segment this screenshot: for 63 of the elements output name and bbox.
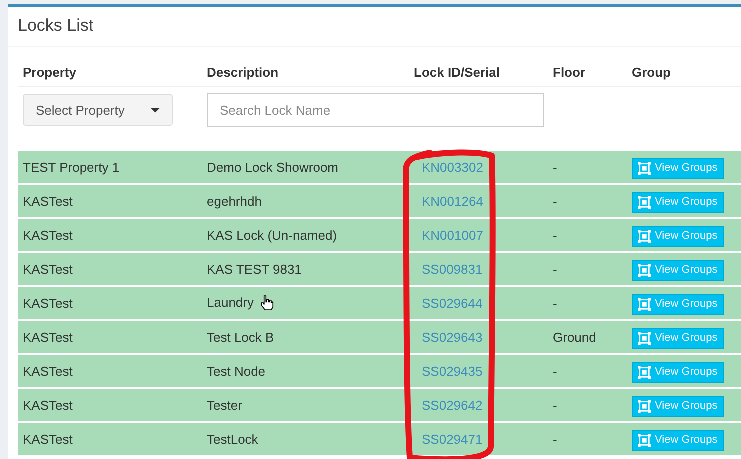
table-cell: Ground [553,330,596,344]
table-cell: KAS Lock (Un-named) [207,228,338,242]
group-icon [638,366,651,378]
table-cell: KAS TEST 9831 [207,262,302,276]
lock-id-link[interactable]: KN003302 [422,160,484,174]
table-cell: KASTest [23,398,73,412]
group-icon [638,196,651,208]
view-groups-button[interactable]: View Groups [632,430,724,450]
view-groups-button[interactable]: View Groups [632,226,724,246]
group-icon [638,400,651,412]
column-header: Floor [553,65,586,80]
table-cell: KASTest [23,364,73,378]
view-groups-button[interactable]: View Groups [632,362,724,382]
table-cell: - [553,160,558,174]
view-groups-button[interactable]: View Groups [632,328,724,348]
lock-id-link[interactable]: SS029471 [422,432,483,446]
group-icon [638,162,651,174]
table-cell: TEST Property 1 [23,160,120,174]
table-cell: KASTest [23,262,73,276]
panel-title: Locks List [18,16,94,35]
view-groups-button[interactable]: View Groups [632,294,724,314]
group-icon [638,298,651,310]
column-header: Property [23,65,76,80]
table-cell: - [553,262,558,276]
table-cell: - [553,228,558,242]
table-cell: KASTest [23,330,73,344]
table-cell: KASTest [23,194,73,208]
lock-id-link[interactable]: SS009831 [422,262,483,276]
table-cell: Test Lock B [207,330,274,344]
search-field[interactable]: Search Lock Name [207,93,544,127]
group-icon [638,434,651,446]
table-cell: KASTest [23,296,73,310]
lock-id-link[interactable]: KN001007 [422,228,484,242]
column-header: Description [207,65,279,80]
table-cell: - [553,296,558,310]
table-cell: KASTest [23,228,73,242]
lock-id-link[interactable]: SS029435 [422,364,483,378]
caret-icon [151,108,160,112]
group-icon [638,230,651,242]
table-cell: TestLock [207,432,258,446]
table-cell: Demo Lock Showroom [207,160,338,174]
table-cell: - [553,194,558,208]
lock-id-link[interactable]: SS029642 [422,398,483,412]
group-icon [638,264,651,276]
table-cell: - [553,398,558,412]
property-select[interactable]: Select Property [23,94,173,126]
column-header: Lock ID/Serial [414,65,500,80]
view-groups-button[interactable]: View Groups [632,192,724,212]
view-groups-button[interactable]: View Groups [632,396,724,416]
lock-id-link[interactable]: KN001264 [422,194,484,208]
lock-id-link[interactable]: SS029644 [422,296,483,310]
view-groups-button[interactable]: View Groups [632,158,724,178]
table-cell: KASTest [23,432,73,446]
table-cell: Test Node [207,364,266,378]
table-cell: egehrhdh [207,194,262,208]
group-icon [638,332,651,344]
table-cell: Laundry [207,294,254,310]
view-groups-button[interactable]: View Groups [632,260,724,280]
table-cell: Tester [207,398,242,412]
lock-id-link[interactable]: SS029643 [422,330,483,344]
table-cell: - [553,432,558,446]
table-cell: - [553,364,558,378]
column-header: Group [632,65,671,80]
